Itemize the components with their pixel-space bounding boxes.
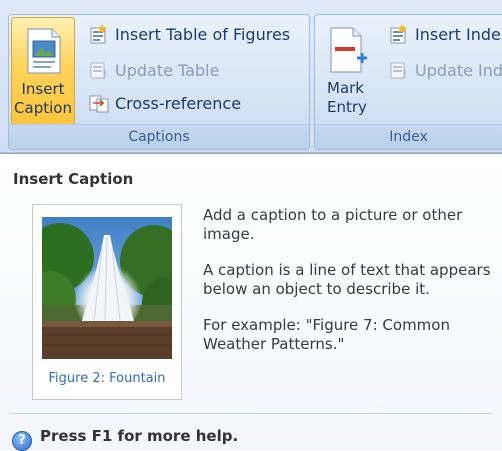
insert-caption-label-line2: Caption	[14, 99, 72, 117]
captions-group-label: Captions	[9, 124, 309, 149]
mark-entry-icon	[329, 27, 369, 77]
fountain-picture-frame: Figure 2: Fountain	[32, 204, 182, 400]
insert-caption-label-line1: Insert	[21, 80, 65, 98]
insert-caption-button[interactable]: Insert Caption	[11, 17, 75, 125]
index-group-label: Index	[315, 124, 502, 149]
index-group: Mark Entry Insert Inde ! Update Ind Inde…	[314, 14, 502, 150]
insert-index-icon	[390, 24, 407, 44]
update-table-icon: !	[90, 62, 107, 81]
help-text: Press F1 for more help.	[40, 427, 239, 445]
captions-group: Insert Caption Insert Table of Figures !…	[8, 14, 310, 150]
update-table-button[interactable]: ! Update Table	[89, 57, 219, 85]
description-paragraph-1: Add a caption to a picture or other imag…	[203, 206, 463, 243]
insert-index-label: Insert Inde	[415, 25, 501, 44]
cross-reference-icon	[89, 95, 109, 113]
svg-text:!: !	[402, 68, 407, 80]
cross-reference-button[interactable]: Cross-reference	[89, 90, 241, 118]
insert-caption-icon	[26, 28, 62, 78]
mark-entry-button[interactable]: Mark Entry	[319, 17, 383, 125]
insert-index-button[interactable]: Insert Inde	[389, 21, 501, 49]
cross-reference-label: Cross-reference	[115, 94, 242, 113]
table-of-figures-icon	[90, 24, 107, 44]
svg-text:!: !	[102, 68, 107, 80]
help-hint: ? Press F1 for more help.	[12, 427, 238, 451]
update-index-button[interactable]: ! Update Ind	[389, 57, 502, 85]
fountain-picture	[42, 217, 172, 359]
insert-table-of-figures-label: Insert Table of Figures	[115, 25, 291, 44]
tooltip-title: Insert Caption	[13, 170, 134, 188]
mark-entry-label-line1: Mark	[327, 79, 364, 97]
tooltip-description: Add a caption to a picture or other imag…	[203, 206, 493, 371]
figure-caption-sample: Figure 2: Fountain	[48, 371, 166, 386]
description-paragraph-3: For example: "Figure 7: Common Weather P…	[203, 316, 450, 353]
ribbon: Insert Caption Insert Table of Figures !…	[0, 0, 502, 153]
update-index-icon: !	[390, 62, 407, 81]
update-index-label: Update Ind	[415, 61, 502, 80]
help-icon: ?	[12, 431, 32, 451]
update-table-label: Update Table	[115, 61, 220, 80]
mark-entry-label-line2: Entry	[327, 98, 367, 116]
insert-caption-tooltip: Insert Caption Figure 2: Fountain Add a …	[0, 153, 502, 451]
tooltip-divider	[10, 413, 492, 414]
insert-table-of-figures-button[interactable]: Insert Table of Figures	[89, 21, 290, 49]
description-paragraph-2: A caption is a line of text that appears…	[203, 261, 491, 298]
